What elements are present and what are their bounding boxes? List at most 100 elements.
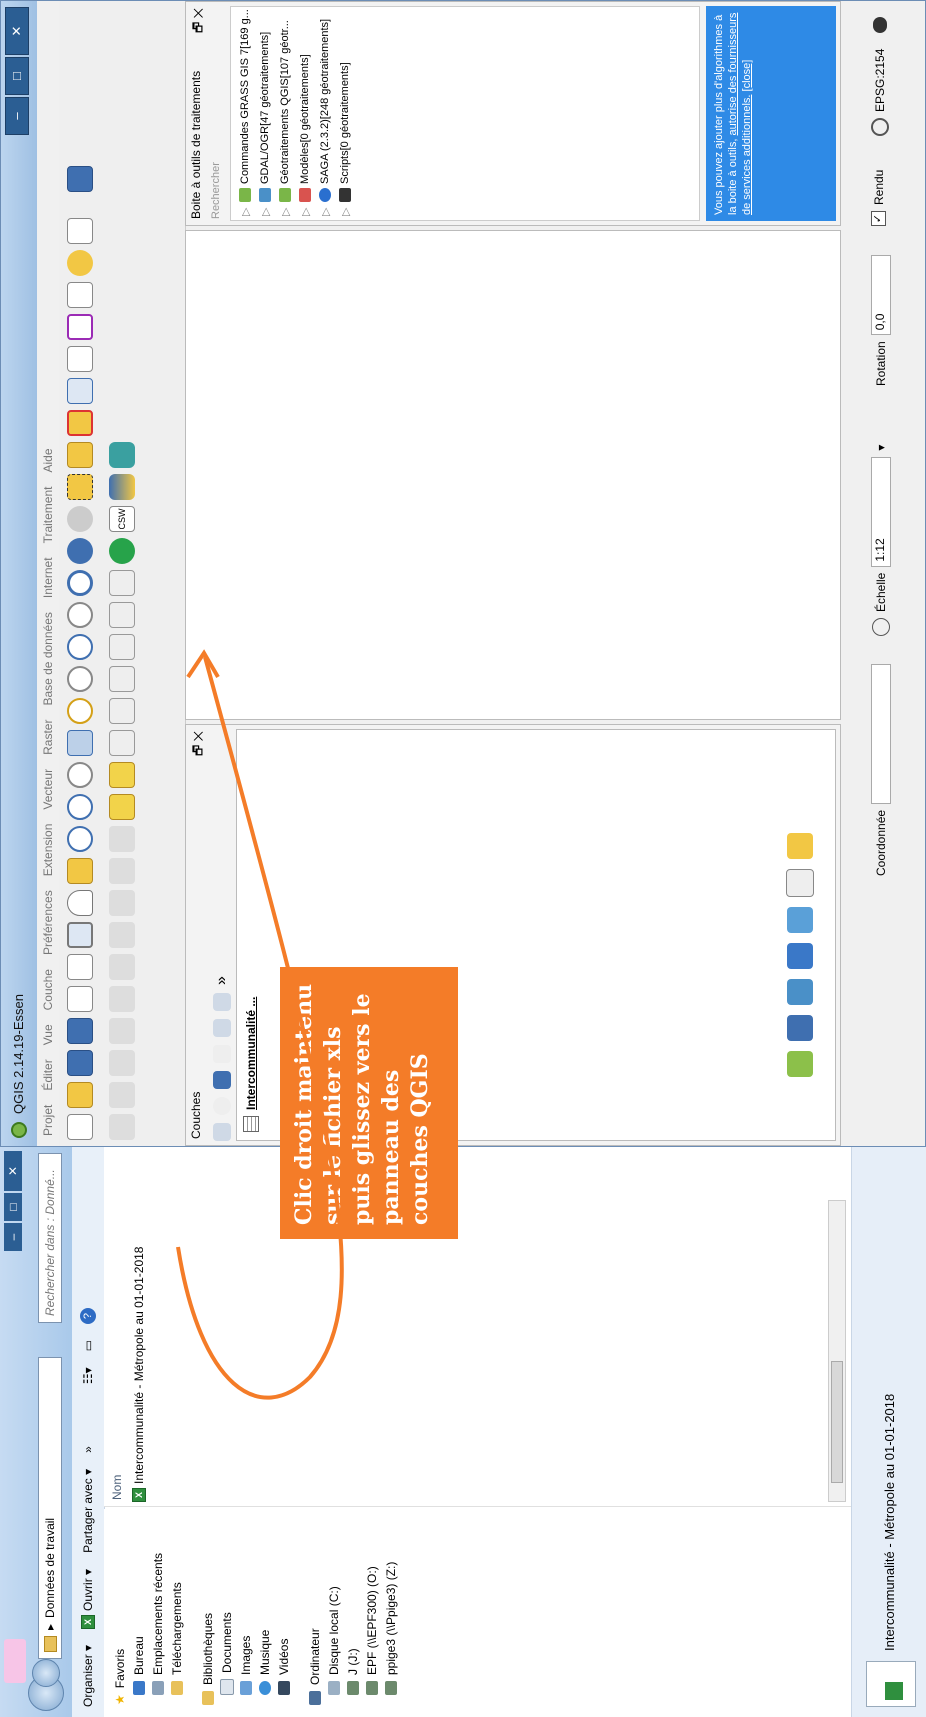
expand-all-icon[interactable] <box>213 1019 231 1037</box>
tree-item-qgis[interactable]: ▷ Géotraitements QGIS[107 géotr... <box>275 7 295 220</box>
scale-field[interactable]: 1:12 <box>871 456 891 567</box>
add-vector-layer-icon[interactable] <box>787 1051 813 1077</box>
expand-arrow-icon[interactable]: ▷ <box>339 206 352 216</box>
nav-videos[interactable]: Vidéos <box>274 1509 293 1717</box>
delete-selected-icon[interactable] <box>109 922 135 948</box>
render-checkbox[interactable]: ✓ <box>871 211 886 226</box>
nav-music[interactable]: Musique <box>255 1509 274 1717</box>
minimize-button[interactable]: – <box>4 1223 22 1251</box>
processing-panel-float-close[interactable]: 🗗 ✕ <box>189 8 205 33</box>
nav-desktop[interactable]: Bureau <box>129 1509 148 1717</box>
nav-documents[interactable]: Documents <box>217 1509 236 1717</box>
coordinate-field[interactable] <box>871 663 891 804</box>
column-header-name[interactable]: Nom <box>110 1475 124 1500</box>
expand-arrow-icon[interactable]: ▷ <box>299 206 312 216</box>
paste-features-icon[interactable] <box>109 826 135 852</box>
add-group-icon[interactable] <box>213 1123 231 1141</box>
address-bar[interactable]: ▸ Données de travail <box>38 1357 62 1659</box>
move-label-icon[interactable] <box>109 666 135 692</box>
processing-toolbox-icon[interactable] <box>109 442 135 468</box>
save-project-icon[interactable] <box>67 1050 93 1076</box>
label-toolbar-icon[interactable] <box>109 794 135 820</box>
menu-couche[interactable]: Couche <box>41 969 55 1010</box>
menu-traitement[interactable]: Traitement <box>41 487 55 544</box>
qgis-minimize-button[interactable]: – <box>5 97 29 135</box>
zoom-to-layer-icon[interactable] <box>67 666 93 692</box>
menu-preferences[interactable]: Préférences <box>41 890 55 955</box>
new-project-icon[interactable] <box>67 1114 93 1140</box>
nav-libraries[interactable]: Bibliothèques <box>198 1509 217 1717</box>
layer-item[interactable]: Intercommunalité ... <box>243 997 259 1132</box>
rotation-field[interactable]: 0,0 <box>871 255 891 336</box>
add-postgis-layer-icon[interactable] <box>787 943 813 969</box>
menu-extension[interactable]: Extension <box>41 824 55 877</box>
more-toolbar-button[interactable]: » <box>81 1446 95 1453</box>
composer-manager-icon[interactable] <box>67 954 93 980</box>
menu-raster[interactable]: Raster <box>41 720 55 755</box>
refresh-icon[interactable] <box>67 570 93 596</box>
add-spatialite-layer-icon[interactable] <box>787 979 813 1005</box>
scale-lock-icon[interactable] <box>872 618 890 636</box>
select-by-expression-icon[interactable] <box>67 442 93 468</box>
map-canvas[interactable] <box>185 230 841 720</box>
tree-item-saga[interactable]: ▷ SAGA (2.3.2)[248 géotraitements] <box>315 7 335 220</box>
qgis-close-button[interactable]: ✕ <box>5 7 29 55</box>
add-raster-layer-icon[interactable] <box>787 1015 813 1041</box>
nav-favorites[interactable]: ★ Favoris <box>110 1509 129 1717</box>
save-edits-icon[interactable] <box>109 1050 135 1076</box>
open-menu[interactable]: X Ouvrir ▾ <box>81 1569 95 1629</box>
copy-features-icon[interactable] <box>109 858 135 884</box>
nav-drive-o[interactable]: EPF (\\EPF300) (O:) <box>362 1509 381 1717</box>
current-edits-icon[interactable] <box>109 1114 135 1140</box>
python-console-icon[interactable] <box>109 474 135 500</box>
crs-label[interactable]: EPSG:2154 <box>873 49 887 112</box>
messages-icon[interactable] <box>873 16 887 33</box>
visibility-eye-icon[interactable] <box>213 1097 231 1115</box>
expand-arrow-icon[interactable]: ▷ <box>319 206 332 216</box>
crs-globe-icon[interactable] <box>871 118 889 136</box>
save-as-icon[interactable] <box>67 1018 93 1044</box>
help-whats-this-icon[interactable] <box>67 166 93 192</box>
csw-search-icon[interactable]: CSW <box>109 506 135 532</box>
processing-search-input[interactable]: Rechercher <box>210 6 228 221</box>
change-label-icon[interactable] <box>109 602 135 628</box>
filter-legend-icon[interactable] <box>213 1071 231 1089</box>
nav-drive-c[interactable]: Disque local (C:) <box>324 1509 343 1717</box>
preview-pane-icon[interactable]: ▭ <box>81 1340 95 1351</box>
globe-plugin-icon[interactable] <box>109 538 135 564</box>
nav-computer[interactable]: Ordinateur <box>305 1509 324 1717</box>
cut-features-icon[interactable] <box>109 890 135 916</box>
view-options-icon[interactable]: ☷▾ <box>81 1367 95 1384</box>
zoom-full-icon[interactable] <box>67 730 93 756</box>
horizontal-scrollbar[interactable] <box>828 1200 846 1502</box>
zoom-in-icon[interactable] <box>67 826 93 852</box>
new-shapefile-icon[interactable] <box>787 833 813 859</box>
menu-editer[interactable]: Éditer <box>41 1059 55 1090</box>
menu-aide[interactable]: Aide <box>41 448 55 472</box>
nav-drive-j[interactable]: J (J:) <box>343 1509 362 1717</box>
tree-item-grass[interactable]: ▷ Commandes GRASS GIS 7[169 g... <box>235 7 255 220</box>
scale-dropdown-icon[interactable]: ▾ <box>874 445 888 451</box>
field-calculator-icon[interactable] <box>67 346 93 372</box>
zoom-to-selection-icon[interactable] <box>67 698 93 724</box>
highlight-pinned-labels-icon[interactable] <box>109 698 135 724</box>
forward-button[interactable] <box>32 1659 60 1687</box>
add-wms-layer-icon[interactable] <box>787 907 813 933</box>
nav-recent-places[interactable]: Emplacements récents <box>148 1509 167 1717</box>
close-button[interactable]: ✕ <box>4 1151 22 1191</box>
rotate-label-icon[interactable] <box>109 634 135 660</box>
measure-line-icon[interactable] <box>67 282 93 308</box>
share-menu[interactable]: Partager avec ▾ <box>81 1469 95 1553</box>
expand-arrow-icon[interactable]: ▷ <box>279 206 292 216</box>
collapse-all-icon[interactable] <box>213 993 231 1011</box>
show-hide-labels-icon[interactable] <box>109 570 135 596</box>
organize-menu[interactable]: Organiser ▾ <box>81 1645 95 1707</box>
layers-panel-float-close[interactable]: 🗗 ✕ <box>189 731 205 756</box>
nav-drive-z[interactable]: ppige3 (\\Ppige3) (Z:) <box>381 1509 400 1717</box>
statistics-sum-icon[interactable] <box>67 314 93 340</box>
new-print-composer-icon[interactable] <box>67 986 93 1012</box>
qgis-maximize-button[interactable]: □ <box>5 57 29 95</box>
toolbar-overflow-icon[interactable] <box>67 198 93 212</box>
tree-item-gdal[interactable]: ▷ GDAL/OGR[47 géotraitements] <box>255 7 275 220</box>
new-bookmark-icon[interactable] <box>67 218 93 244</box>
